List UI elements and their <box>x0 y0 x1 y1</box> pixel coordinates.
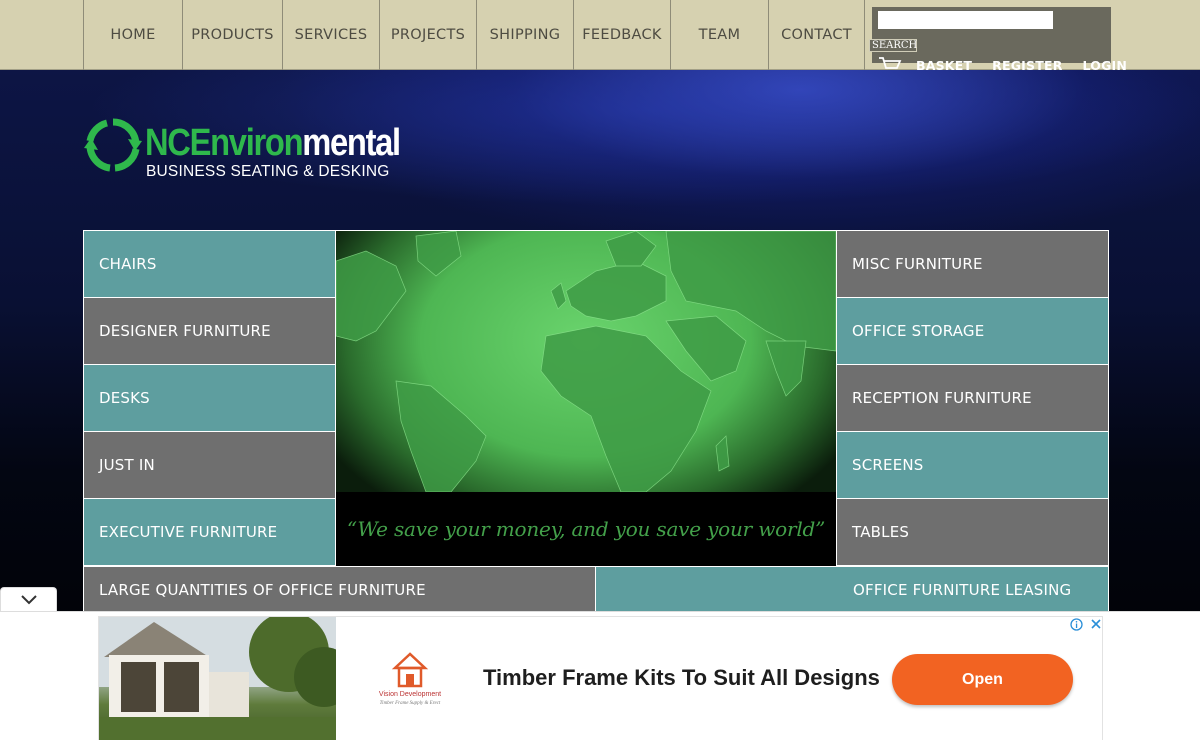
category-desks[interactable]: DESKS <box>84 365 335 431</box>
search-input[interactable] <box>878 11 1053 29</box>
ad-house-photo <box>99 617 336 740</box>
ad-banner: Vision Development Timber Frame Supply &… <box>0 611 1200 740</box>
nav-feedback[interactable]: FEEDBACK <box>573 0 670 70</box>
category-screens[interactable]: SCREENS <box>837 432 1108 498</box>
house-image <box>99 617 336 740</box>
main-nav: HOME PRODUCTS SERVICES PROJECTS SHIPPING… <box>83 0 865 70</box>
category-designer-furniture[interactable]: DESIGNER FURNITURE <box>84 298 335 364</box>
slogan-quote: “We save your money, and you save your w… <box>346 517 826 541</box>
logo-title: NCEnvironmental <box>145 122 401 164</box>
ad-close-icon[interactable] <box>1090 618 1102 630</box>
category-reception-furniture[interactable]: RECEPTION FURNITURE <box>837 365 1108 431</box>
logo-subtitle: BUSINESS SEATING & DESKING <box>146 163 390 180</box>
nav-team[interactable]: TEAM <box>670 0 768 70</box>
recycle-logo-icon <box>84 118 142 172</box>
ad-headline: Timber Frame Kits To Suit All Designs <box>483 665 880 690</box>
site-logo[interactable]: NCEnvironmental BUSINESS SEATING & DESKI… <box>83 117 423 187</box>
logo-title-nc: NC <box>145 122 191 164</box>
ad-advertiser-tagline: Timber Frame Supply & Erect <box>379 701 441 706</box>
ad-advertiser-name: Vision Development <box>378 691 442 698</box>
ad-content[interactable]: Vision Development Timber Frame Supply &… <box>98 616 1103 740</box>
ad-controls <box>1070 616 1102 632</box>
nav-shipping[interactable]: SHIPPING <box>476 0 573 70</box>
category-office-storage[interactable]: OFFICE STORAGE <box>837 298 1108 364</box>
nav-projects[interactable]: PROJECTS <box>379 0 476 70</box>
ad-info-icon[interactable] <box>1070 617 1083 631</box>
nav-contact[interactable]: CONTACT <box>768 0 865 70</box>
category-tables[interactable]: TABLES <box>837 499 1108 565</box>
chevron-down-icon <box>20 595 37 605</box>
search-button[interactable]: SEARCH <box>869 39 917 52</box>
category-chairs[interactable]: CHAIRS <box>84 231 335 297</box>
logo-title-environ: Environ <box>189 122 304 164</box>
logo-title-mental: mental <box>302 122 401 164</box>
category-misc-furniture[interactable]: MISC FURNITURE <box>837 231 1108 297</box>
world-map-image <box>336 231 836 492</box>
nav-services[interactable]: SERVICES <box>282 0 379 70</box>
category-large-quantities[interactable]: LARGE QUANTITIES OF OFFICE FURNITURE <box>84 567 595 612</box>
house-logo-icon <box>391 652 429 688</box>
ad-advertiser-logo: Vision Development Timber Frame Supply &… <box>375 650 445 710</box>
nav-products[interactable]: PRODUCTS <box>182 0 282 70</box>
category-grid: CHAIRS DESIGNER FURNITURE DESKS JUST IN … <box>83 230 1109 612</box>
category-furniture-leasing[interactable]: OFFICE FURNITURE LEASING <box>596 567 1108 612</box>
ad-open-button[interactable]: Open <box>892 654 1073 705</box>
nav-home[interactable]: HOME <box>83 0 182 70</box>
ad-collapse-toggle[interactable] <box>0 587 57 612</box>
hero-banner: “We save your money, and you save your w… <box>336 231 836 566</box>
category-just-in[interactable]: JUST IN <box>84 432 335 498</box>
world-map-graphic <box>336 231 836 492</box>
category-executive-furniture[interactable]: EXECUTIVE FURNITURE <box>84 499 335 565</box>
